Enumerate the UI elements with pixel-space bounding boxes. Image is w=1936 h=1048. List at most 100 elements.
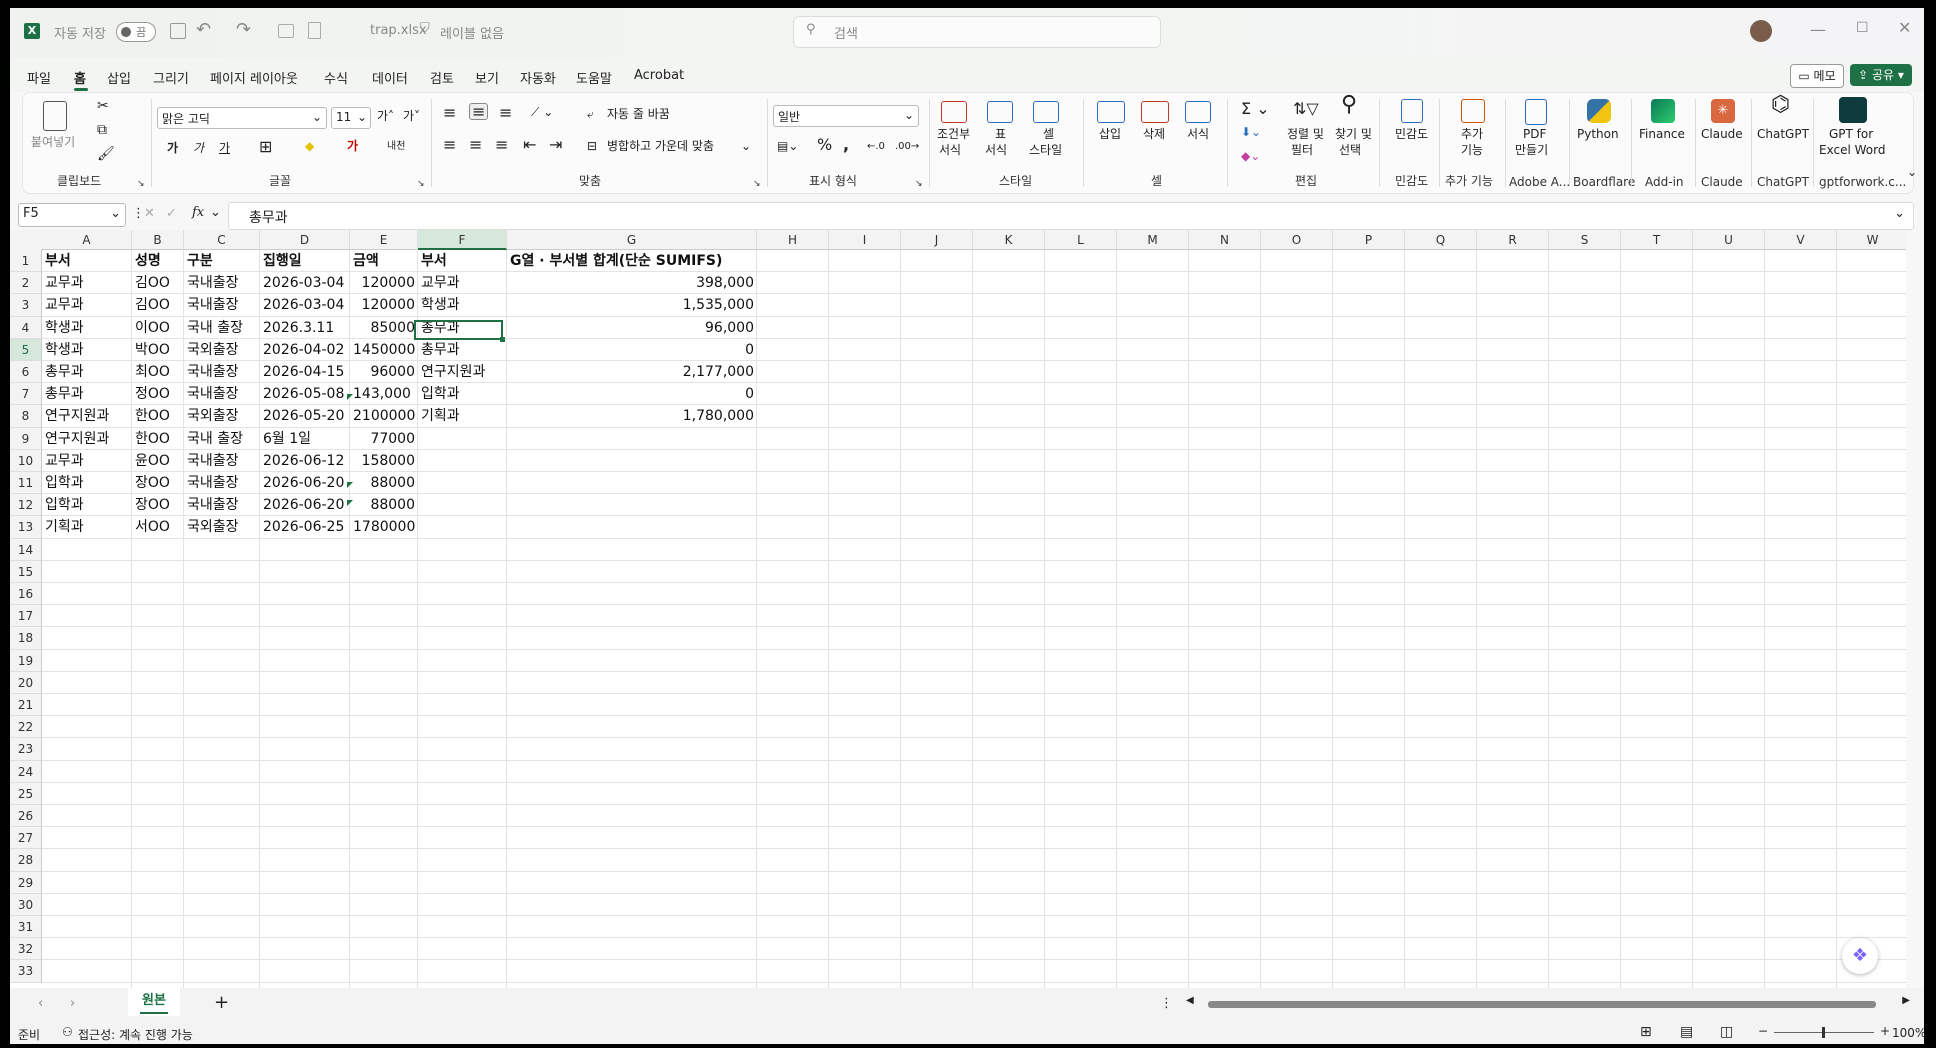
align-left-icon[interactable]: ≡ <box>443 137 456 153</box>
row-header[interactable]: 9 <box>10 427 42 450</box>
cell-f8[interactable]: 기획과 <box>418 405 463 427</box>
wrap-text-button[interactable]: 자동 줄 바꿈 <box>607 107 670 122</box>
conditional-format-icon[interactable] <box>941 101 967 123</box>
gpt-word-icon[interactable] <box>1839 97 1867 123</box>
cell-c5[interactable]: 국외출장 <box>184 339 242 361</box>
finance-icon[interactable] <box>1651 99 1675 123</box>
row-header[interactable]: 15 <box>10 560 42 583</box>
expand-formula-icon[interactable]: ⌄ <box>1894 206 1905 221</box>
percent-icon[interactable]: % <box>817 137 832 153</box>
orientation-icon[interactable]: ⟋ ⌄ <box>531 105 553 120</box>
label-status[interactable]: 레이블 없음 <box>440 23 504 42</box>
add-sheet-icon[interactable]: + <box>214 992 229 1013</box>
column-header[interactable]: Q <box>1405 230 1477 250</box>
cell-e4[interactable]: 85000 <box>350 317 418 339</box>
cell-a10[interactable]: 교무과 <box>42 450 87 472</box>
minimize-icon[interactable]: — <box>1810 20 1826 39</box>
cell-e7[interactable]: 143,000 <box>350 383 414 405</box>
tab-draw[interactable]: 그리기 <box>153 68 189 87</box>
column-header[interactable]: O <box>1261 230 1333 250</box>
font-color-icon[interactable]: 가 <box>347 139 358 154</box>
avatar[interactable] <box>1750 20 1772 42</box>
accessibility-status[interactable]: 접근성: 계속 진행 가능 <box>78 1026 193 1043</box>
row-header[interactable]: 25 <box>10 782 42 805</box>
error-indicator-e7[interactable] <box>347 394 353 400</box>
cell-c7[interactable]: 국내출장 <box>184 383 242 405</box>
addins-icon[interactable] <box>1461 99 1485 123</box>
delete-cells-label[interactable]: 삭제 <box>1143 127 1165 142</box>
cell-c1[interactable]: 구분 <box>184 250 216 272</box>
column-header[interactable]: W <box>1837 230 1906 250</box>
row-header[interactable]: 24 <box>10 760 42 783</box>
column-header[interactable]: C <box>184 230 260 250</box>
cell-a11[interactable]: 입학과 <box>42 472 87 494</box>
sensitivity-icon[interactable] <box>1401 99 1423 123</box>
cell-c13[interactable]: 국외출장 <box>184 516 242 538</box>
spreadsheet-grid[interactable]: ABCDEFGHIJKLMNOPQRSTUVW 1 2 3 4 5 6 7 8 9 10 11 12 1… <box>10 230 1906 988</box>
chevron-down-icon[interactable]: ⌄ <box>741 139 751 154</box>
maximize-icon[interactable]: ☐ <box>1856 20 1869 36</box>
row-header[interactable]: 16 <box>10 583 42 606</box>
fill-color-icon[interactable]: ◆ <box>305 139 314 154</box>
row-header[interactable]: 17 <box>10 605 42 628</box>
cell-d5[interactable]: 2026-04-02 <box>260 339 347 361</box>
fill-handle[interactable] <box>500 337 505 342</box>
tab-review[interactable]: 검토 <box>430 68 454 87</box>
cell-a12[interactable]: 입학과 <box>42 494 87 516</box>
wrap-text-icon[interactable]: ⤶ <box>587 107 594 122</box>
cell-d1[interactable]: 집행일 <box>260 250 305 272</box>
cell-g3[interactable]: 1,535,000 <box>507 294 757 316</box>
cell-d4[interactable]: 2026.3.11 <box>260 317 337 339</box>
delete-cells-icon[interactable] <box>1141 101 1169 123</box>
cell-d11[interactable]: 2026-06-20 <box>260 472 347 494</box>
column-header[interactable]: E <box>350 230 418 250</box>
cell-f6[interactable]: 연구지원과 <box>418 361 488 383</box>
row-header[interactable]: 13 <box>10 516 42 539</box>
cell-b11[interactable]: 장OO <box>132 472 173 494</box>
merge-center-icon[interactable]: ⊟ <box>587 139 597 154</box>
cell-c9[interactable]: 국내 출장 <box>184 428 246 450</box>
column-header[interactable]: R <box>1477 230 1549 250</box>
row-header[interactable]: 21 <box>10 694 42 717</box>
cell-style-line2[interactable]: 스타일 <box>1029 143 1062 158</box>
cell-b12[interactable]: 장OO <box>132 494 173 516</box>
column-header[interactable]: L <box>1045 230 1117 250</box>
align-right-icon[interactable]: ≡ <box>495 137 508 153</box>
tab-data[interactable]: 데이터 <box>372 68 408 87</box>
increase-indent-icon[interactable]: ⇥ <box>549 137 562 153</box>
claude-label[interactable]: Claude <box>1701 127 1743 142</box>
cell-c8[interactable]: 국외출장 <box>184 405 242 427</box>
chevron-down-icon[interactable]: ⌄ <box>210 205 221 220</box>
cell-e3[interactable]: 120000 <box>350 294 418 316</box>
horizontal-scrollbar[interactable]: ◀ ▶ <box>1186 995 1910 1010</box>
decrease-decimal-icon[interactable]: .00→ <box>895 139 919 154</box>
save-icon[interactable] <box>170 23 186 39</box>
decrease-indent-icon[interactable]: ⇤ <box>523 137 536 153</box>
error-indicator-e11[interactable] <box>347 482 353 488</box>
pdf-line1[interactable]: PDF <box>1523 127 1546 142</box>
cell-b4[interactable]: 이OO <box>132 317 173 339</box>
cell-g7[interactable]: 0 <box>507 383 757 405</box>
format-table-line2[interactable]: 서식 <box>985 143 1007 158</box>
python-icon[interactable] <box>1587 99 1611 123</box>
memo-button[interactable]: ▭ 메모 <box>1790 64 1844 88</box>
column-header[interactable]: U <box>1693 230 1765 250</box>
tab-formulas[interactable]: 수식 <box>324 68 348 87</box>
align-bottom-icon[interactable]: ≡ <box>499 105 512 121</box>
column-header[interactable]: P <box>1333 230 1405 250</box>
cell-c10[interactable]: 국내출장 <box>184 450 242 472</box>
tab-page-layout[interactable]: 페이지 레이아웃 <box>210 68 298 87</box>
column-header[interactable]: F <box>418 230 507 250</box>
gpt-word-line2[interactable]: Excel Word <box>1819 143 1885 158</box>
format-cells-label[interactable]: 서식 <box>1187 127 1209 142</box>
addins-line2[interactable]: 기능 <box>1461 143 1483 158</box>
sort-filter-line2[interactable]: 필터 <box>1291 143 1313 158</box>
cell-f3[interactable]: 학생과 <box>418 294 463 316</box>
comma-icon[interactable]: , <box>843 137 849 153</box>
row-header[interactable]: 3 <box>10 294 42 317</box>
column-header[interactable]: I <box>829 230 901 250</box>
align-top-icon[interactable]: ≡ <box>443 105 456 121</box>
increase-decimal-icon[interactable]: ←.0 <box>867 139 885 154</box>
row-header[interactable]: 26 <box>10 805 42 828</box>
zoom-in-icon[interactable]: + <box>1880 1024 1890 1038</box>
